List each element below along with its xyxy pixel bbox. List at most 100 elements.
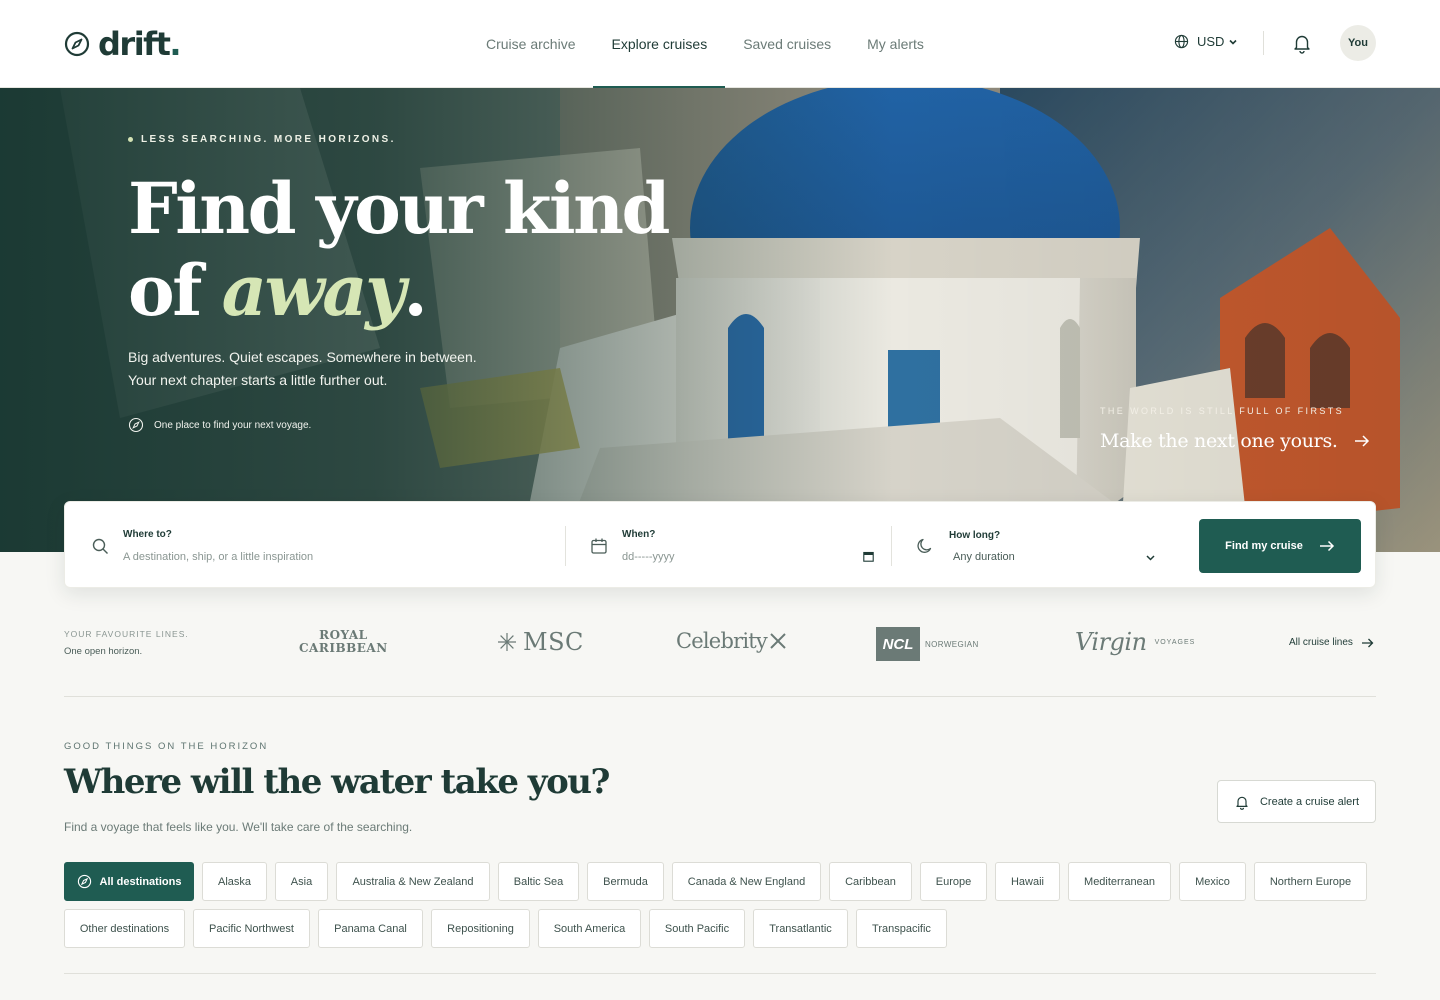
find-cruise-label: Find my cruise <box>1225 540 1303 552</box>
hero-eyebrow: LESS SEARCHING. MORE HORIZONS. <box>128 134 396 145</box>
celebrity-logo[interactable]: Celebrity <box>676 629 788 653</box>
find-cruise-button[interactable]: Find my cruise <box>1199 519 1361 573</box>
arrow-right-icon <box>1319 540 1334 552</box>
chip-alaska[interactable]: Alaska <box>202 862 267 901</box>
lines-label: YOUR FAVOURITE LINES. <box>64 629 189 639</box>
currency-label: USD <box>1197 34 1225 49</box>
date-picker-icon[interactable] <box>863 551 874 562</box>
chip-northern-europe[interactable]: Northern Europe <box>1254 862 1367 901</box>
hero-tagline-text: One place to find your next voyage. <box>154 419 312 431</box>
chip-mexico[interactable]: Mexico <box>1179 862 1246 901</box>
all-cruise-lines-link[interactable]: All cruise lines <box>1289 637 1374 648</box>
brand-logo[interactable]: drift. <box>64 24 181 64</box>
main-nav: Cruise archive Explore cruises Saved cru… <box>468 0 942 89</box>
destination-input[interactable]: A destination, ship, or a little inspira… <box>123 551 313 563</box>
chip-caribbean[interactable]: Caribbean <box>829 862 912 901</box>
brand-name: drift. <box>98 25 181 63</box>
moon-icon <box>917 538 932 553</box>
hero-title-period: . <box>403 249 427 332</box>
chip-other-destinations[interactable]: Other destinations <box>64 909 185 948</box>
chip-hawaii[interactable]: Hawaii <box>995 862 1060 901</box>
hero-kicker: THE WORLD IS STILL FULL OF FIRSTS <box>1100 406 1345 416</box>
hero-eyebrow-text: LESS SEARCHING. MORE HORIZONS. <box>141 134 396 145</box>
hero-subtitle-line1: Big adventures. Quiet escapes. Somewhere… <box>128 349 477 365</box>
virgin-voyages-logo[interactable]: Virgin VOYAGES <box>1075 628 1195 656</box>
currency-selector[interactable]: USD <box>1174 34 1238 49</box>
bell-icon <box>1236 796 1248 810</box>
compass-icon <box>64 31 90 57</box>
hero-promo-text: Make the next one yours. <box>1100 430 1338 452</box>
hero-promo-link[interactable]: Make the next one yours. <box>1100 430 1370 452</box>
chip-transpacific[interactable]: Transpacific <box>856 909 947 948</box>
create-alert-button[interactable]: Create a cruise alert <box>1217 780 1376 823</box>
chip-south-pacific[interactable]: South Pacific <box>649 909 745 948</box>
date-input[interactable]: dd-----yyyy <box>622 551 675 563</box>
compass-icon <box>77 874 91 889</box>
duration-select[interactable]: Any duration <box>953 551 1015 563</box>
hero-title-of: of <box>128 249 222 332</box>
hero-title: Find your kind of away. <box>128 168 670 332</box>
date-label: When? <box>622 529 656 540</box>
royal-caribbean-line2: CARIBBEAN <box>299 641 388 655</box>
chip-baltic-sea[interactable]: Baltic Sea <box>498 862 579 901</box>
arrow-right-icon <box>1354 435 1369 447</box>
all-cruise-lines-label: All cruise lines <box>1289 637 1353 648</box>
globe-icon <box>1174 34 1189 49</box>
ncl-logo[interactable]: NCL NORWEGIAN <box>876 627 979 661</box>
calendar-icon <box>591 538 607 554</box>
ncl-subtitle: NORWEGIAN <box>925 639 979 649</box>
cruise-search-bar: Where to? A destination, ship, or a litt… <box>64 501 1376 588</box>
hero-subtitle: Big adventures. Quiet escapes. Somewhere… <box>128 346 488 392</box>
duration-label: How long? <box>949 530 1001 541</box>
destination-label: Where to? <box>123 529 172 540</box>
virgin-wordmark: Virgin <box>1075 628 1147 656</box>
hero-tagline: One place to find your next voyage. <box>128 417 311 433</box>
chip-south-america[interactable]: South America <box>538 909 641 948</box>
date-field[interactable]: When? dd-----yyyy <box>566 502 891 589</box>
hero-title-emphasis: away <box>221 249 406 332</box>
nav-my-alerts[interactable]: My alerts <box>849 0 942 88</box>
chip-mediterranean[interactable]: Mediterranean <box>1068 862 1171 901</box>
chip-repositioning[interactable]: Repositioning <box>431 909 530 948</box>
msc-wordmark: MSC <box>523 628 584 656</box>
hero-subtitle-line2: Your next chapter starts a little furthe… <box>128 372 388 388</box>
section-eyebrow: GOOD THINGS ON THE HORIZON <box>64 741 269 752</box>
section-divider <box>64 973 1376 974</box>
nav-saved-cruises[interactable]: Saved cruises <box>725 0 849 88</box>
chip-europe[interactable]: Europe <box>920 862 987 901</box>
compass-icon <box>128 417 144 433</box>
msc-logo[interactable]: MSC <box>497 628 584 656</box>
nav-cruise-archive[interactable]: Cruise archive <box>468 0 593 88</box>
chip-transatlantic[interactable]: Transatlantic <box>753 909 848 948</box>
virgin-subtitle: VOYAGES <box>1154 638 1196 646</box>
top-header: drift. Cruise archive Explore cruises Sa… <box>0 0 1440 89</box>
nav-explore-cruises[interactable]: Explore cruises <box>593 0 725 89</box>
chip-bermuda[interactable]: Bermuda <box>587 862 664 901</box>
x-mark-icon <box>770 633 786 649</box>
user-avatar[interactable]: You <box>1340 25 1376 61</box>
lines-sublabel: One open horizon. <box>64 646 143 657</box>
bell-icon[interactable] <box>1291 32 1313 54</box>
chevron-down-icon <box>1146 555 1155 561</box>
bullet-dot <box>128 137 133 142</box>
chip-canada-new-england[interactable]: Canada & New England <box>672 862 821 901</box>
destination-field[interactable]: Where to? A destination, ship, or a litt… <box>65 502 565 589</box>
chip-label: All destinations <box>99 875 182 888</box>
header-divider <box>1263 31 1264 55</box>
section-subtitle: Find a voyage that feels like you. We'll… <box>64 820 413 834</box>
duration-field[interactable]: How long? Any duration <box>892 502 1172 589</box>
chip-pacific-northwest[interactable]: Pacific Northwest <box>193 909 310 948</box>
royal-caribbean-logo[interactable]: ROYAL CARIBBEAN <box>299 629 388 655</box>
chip-asia[interactable]: Asia <box>275 862 328 901</box>
section-title: Where will the water take you? <box>64 762 610 802</box>
chip-australia-new-zealand[interactable]: Australia & New Zealand <box>336 862 490 901</box>
chip-all-destinations[interactable]: All destinations <box>64 862 194 901</box>
chip-panama-canal[interactable]: Panama Canal <box>318 909 423 948</box>
celebrity-wordmark: Celebrity <box>676 629 768 653</box>
hero-banner: LESS SEARCHING. MORE HORIZONS. Find your… <box>0 88 1440 552</box>
section-divider <box>64 696 1376 697</box>
ncl-wordmark: NCL <box>876 627 920 661</box>
create-alert-label: Create a cruise alert <box>1259 795 1360 808</box>
compass-rose-icon <box>498 633 516 651</box>
chevron-down-icon <box>1229 39 1238 45</box>
